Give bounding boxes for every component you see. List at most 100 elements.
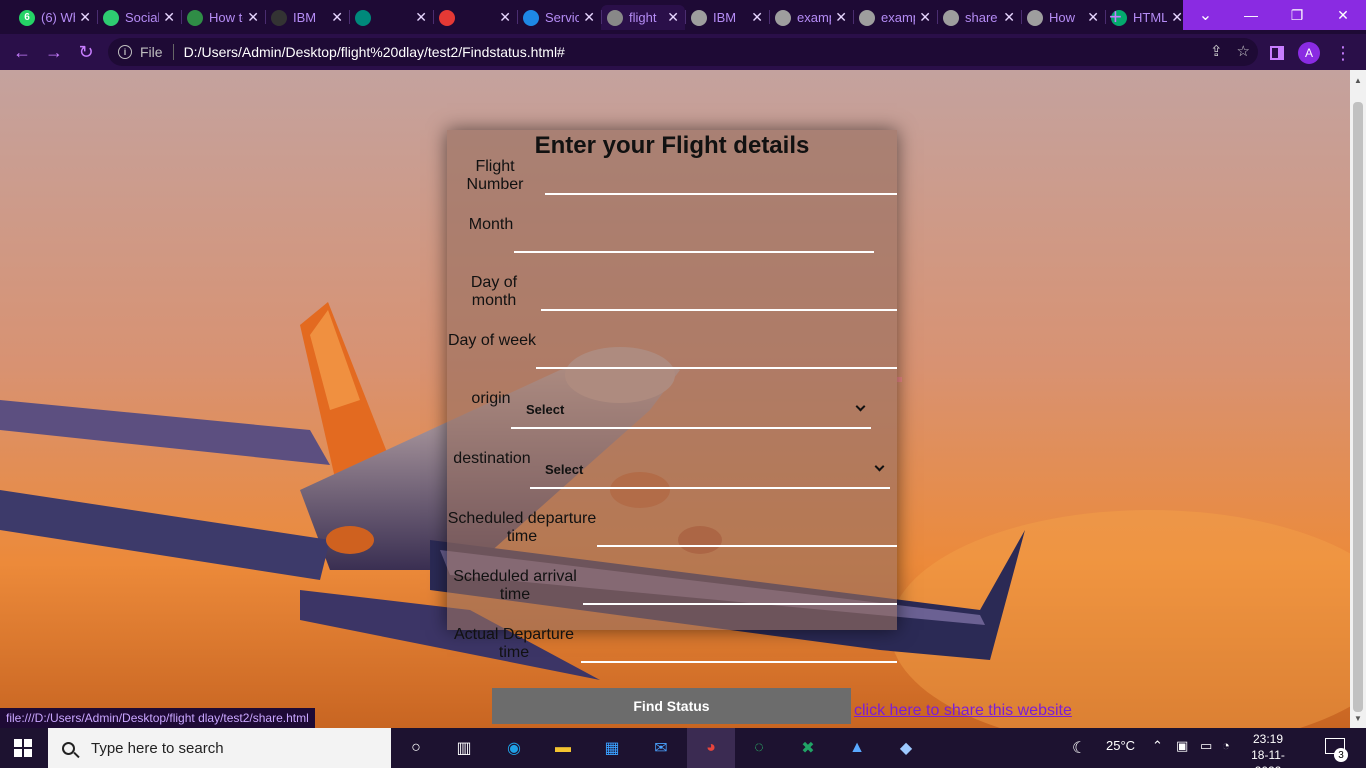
globe-icon bbox=[943, 9, 959, 26]
tab-close-icon[interactable]: ✕ bbox=[751, 9, 763, 26]
tab-close-icon[interactable]: ✕ bbox=[247, 9, 259, 26]
address-bar[interactable]: i File D:/Users/Admin/Desktop/flight%20d… bbox=[108, 38, 1258, 66]
browser-tab[interactable]: example ✕ bbox=[853, 5, 937, 30]
globe-icon bbox=[691, 9, 707, 26]
tab-close-icon[interactable]: ✕ bbox=[835, 9, 847, 26]
status-bar-url: file:///D:/Users/Admin/Desktop/flight dl… bbox=[0, 708, 315, 728]
vertical-scrollbar[interactable]: ▲ ▼ bbox=[1350, 70, 1366, 728]
tab-close-icon[interactable]: ✕ bbox=[163, 9, 175, 26]
browser-toolbar: ← → ↻ i File D:/Users/Admin/Desktop/flig… bbox=[0, 34, 1366, 70]
tab-search-button[interactable]: ⌄ bbox=[1183, 0, 1228, 30]
cloud-icon bbox=[523, 9, 539, 26]
bookmark-star-icon[interactable]: ☆ bbox=[1237, 42, 1250, 60]
close-window-button[interactable]: ✕ bbox=[1320, 0, 1366, 30]
bug-icon bbox=[607, 9, 623, 26]
reload-button[interactable]: ↻ bbox=[74, 40, 98, 64]
scheduled-arrival-input[interactable] bbox=[583, 603, 897, 605]
browser-tab[interactable]: example ✕ bbox=[769, 5, 853, 30]
destination-label: destination bbox=[453, 450, 531, 467]
tab-close-icon[interactable]: ✕ bbox=[331, 9, 343, 26]
browser-tab[interactable]: IBM ✕ bbox=[685, 5, 769, 30]
excel-icon[interactable]: ✖ bbox=[796, 736, 820, 760]
weather-icon[interactable]: ☾ bbox=[1072, 738, 1086, 758]
minimize-button[interactable]: — bbox=[1228, 0, 1274, 30]
app-icon[interactable]: ◆ bbox=[894, 736, 918, 760]
profile-avatar[interactable]: A bbox=[1298, 42, 1320, 64]
scroll-down-icon[interactable]: ▼ bbox=[1354, 714, 1362, 723]
photos-icon[interactable]: ▲ bbox=[845, 736, 869, 760]
browser-tab[interactable]: IBM ✕ bbox=[265, 5, 349, 30]
meet-now-icon[interactable]: ▣ bbox=[1176, 738, 1188, 754]
browser-tab[interactable]: ✕ bbox=[433, 5, 517, 30]
actual-departure-input[interactable] bbox=[581, 661, 897, 663]
globe-icon bbox=[1027, 9, 1043, 26]
back-button[interactable]: ← bbox=[10, 40, 34, 64]
browser-tab[interactable]: Services ✕ bbox=[517, 5, 601, 30]
share-website-link[interactable]: click here to share this website bbox=[854, 702, 1072, 720]
new-tab-button[interactable]: + bbox=[1109, 5, 1122, 29]
chrome-icon[interactable]: ◕ bbox=[699, 736, 723, 760]
day-of-month-input[interactable] bbox=[541, 309, 897, 311]
network-icon[interactable]: ◔ bbox=[1222, 738, 1230, 753]
browser-tab[interactable]: share ✕ bbox=[937, 5, 1021, 30]
browser-tab[interactable]: 6 (6) WhatsApp ✕ bbox=[13, 5, 97, 30]
tab-title: How to bbox=[209, 10, 243, 25]
tab-close-icon[interactable]: ✕ bbox=[583, 9, 595, 26]
taskbar-search-box[interactable]: Type here to search bbox=[48, 728, 391, 768]
share-icon[interactable]: ⇪ bbox=[1210, 42, 1223, 60]
menu-icon[interactable]: ⋮ bbox=[1334, 43, 1352, 64]
tab-close-icon[interactable]: ✕ bbox=[415, 9, 427, 26]
side-panel-icon[interactable] bbox=[1270, 46, 1284, 60]
windows-start-icon[interactable] bbox=[14, 739, 32, 757]
tab-close-icon[interactable]: ✕ bbox=[667, 9, 679, 26]
file-explorer-icon[interactable]: ▬ bbox=[551, 736, 575, 760]
restore-button[interactable]: ❐ bbox=[1274, 0, 1320, 30]
globe-icon bbox=[775, 9, 791, 26]
tab-title: (6) WhatsApp bbox=[41, 10, 75, 25]
tray-chevron-icon[interactable]: ⌃ bbox=[1152, 738, 1163, 754]
toolbar-right: A ⋮ bbox=[1270, 42, 1352, 64]
destination-select-value[interactable]: Select bbox=[545, 462, 583, 477]
search-icon bbox=[62, 741, 75, 755]
scroll-up-icon[interactable]: ▲ bbox=[1354, 76, 1362, 85]
scroll-thumb[interactable] bbox=[1353, 102, 1363, 712]
address-actions: ⇪ ☆ bbox=[1210, 42, 1250, 60]
scheduled-departure-input[interactable] bbox=[597, 545, 897, 547]
temperature-text[interactable]: 25°C bbox=[1106, 738, 1135, 753]
edge-icon[interactable]: ◉ bbox=[502, 736, 526, 760]
url-text[interactable]: D:/Users/Admin/Desktop/flight%20dlay/tes… bbox=[184, 44, 565, 60]
browser-tab[interactable]: Social ✕ bbox=[97, 5, 181, 30]
battery-icon[interactable]: ▭ bbox=[1200, 738, 1212, 754]
store-icon[interactable]: ▦ bbox=[600, 736, 624, 760]
tab-separator bbox=[937, 10, 938, 24]
tab-close-icon[interactable]: ✕ bbox=[79, 9, 91, 26]
taskbar-clock[interactable]: 23:19 18-11-2022 bbox=[1240, 731, 1296, 768]
record-icon bbox=[439, 9, 455, 26]
actual-departure-label: Actual Departure time bbox=[453, 626, 575, 661]
tab-separator bbox=[517, 10, 518, 24]
tab-close-icon[interactable]: ✕ bbox=[1171, 9, 1183, 26]
tab-close-icon[interactable]: ✕ bbox=[919, 9, 931, 26]
task-view-icon[interactable]: ▥ bbox=[452, 736, 476, 760]
tab-close-icon[interactable]: ✕ bbox=[499, 9, 511, 26]
origin-select-value[interactable]: Select bbox=[526, 402, 564, 417]
tab-close-icon[interactable]: ✕ bbox=[1087, 9, 1099, 26]
tab-close-icon[interactable]: ✕ bbox=[1003, 9, 1015, 26]
forward-button[interactable]: → bbox=[42, 40, 66, 64]
cortana-icon[interactable]: ○ bbox=[404, 736, 428, 760]
meet-icon bbox=[355, 9, 371, 26]
info-icon[interactable]: i bbox=[118, 45, 132, 59]
progress-app-icon[interactable]: ◌ bbox=[747, 736, 771, 760]
month-input[interactable] bbox=[514, 251, 874, 253]
browser-tab[interactable]: How ✕ bbox=[1021, 5, 1105, 30]
browser-tab[interactable]: flight ✕ bbox=[601, 5, 685, 30]
find-status-button[interactable]: Find Status bbox=[492, 688, 851, 724]
flight-number-input[interactable] bbox=[545, 193, 897, 195]
tab-separator bbox=[1021, 10, 1022, 24]
day-of-week-input[interactable] bbox=[536, 367, 897, 369]
mail-icon[interactable]: ✉ bbox=[649, 736, 673, 760]
gfg-icon bbox=[187, 9, 203, 26]
browser-tab[interactable]: How to ✕ bbox=[181, 5, 265, 30]
tab-title: Social bbox=[125, 10, 159, 25]
browser-tab[interactable]: ✕ bbox=[349, 5, 433, 30]
